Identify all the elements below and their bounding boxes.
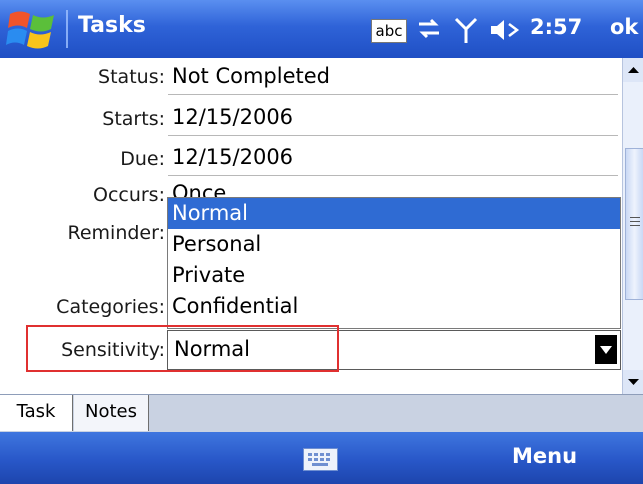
starts-label: Starts:: [102, 108, 165, 130]
sensitivity-dropdown-list[interactable]: Normal Personal Private Confidential: [167, 197, 621, 329]
ok-button[interactable]: ok: [610, 15, 638, 39]
signal-icon[interactable]: [453, 16, 479, 44]
sensitivity-option-personal[interactable]: Personal: [168, 229, 620, 260]
menu-button[interactable]: Menu: [512, 444, 577, 468]
scroll-grip-line: [630, 225, 640, 226]
due-field[interactable]: 12/15/2006: [172, 145, 617, 169]
reminder-label: Reminder:: [67, 222, 166, 244]
tab-notes[interactable]: Notes: [74, 395, 149, 431]
status-field[interactable]: Not Completed: [172, 64, 617, 88]
highlight-box: [26, 325, 339, 372]
starts-field[interactable]: 12/15/2006: [172, 105, 617, 129]
title-separator: [66, 10, 68, 48]
dropdown-arrow-icon[interactable]: [595, 335, 617, 364]
sensitivity-option-normal[interactable]: Normal: [168, 198, 620, 229]
status-underline: [168, 94, 618, 95]
windows-start-icon[interactable]: [6, 6, 58, 52]
keyboard-icon[interactable]: [303, 448, 338, 471]
due-underline: [168, 175, 618, 176]
connectivity-icon[interactable]: [415, 17, 443, 43]
clock[interactable]: 2:57: [530, 15, 582, 39]
input-method-indicator[interactable]: abc: [371, 19, 407, 43]
app-title: Tasks: [78, 13, 146, 38]
scroll-grip-line: [630, 217, 640, 218]
keyboard-keys-icon: [308, 453, 330, 466]
starts-underline: [168, 135, 618, 136]
scroll-up-arrow[interactable]: [623, 58, 643, 82]
sensitivity-option-confidential[interactable]: Confidential: [168, 291, 620, 322]
volume-icon[interactable]: [489, 17, 523, 43]
occurs-label: Occurs:: [92, 184, 165, 206]
scroll-down-icon: [628, 379, 639, 385]
scroll-thumb[interactable]: [625, 148, 643, 300]
title-bar: Tasks abc 2:57 ok: [0, 0, 643, 58]
scroll-down-arrow[interactable]: [623, 370, 643, 394]
scroll-up-icon: [628, 67, 639, 73]
vertical-scrollbar[interactable]: [622, 58, 643, 394]
tab-task[interactable]: Task: [0, 395, 73, 431]
categories-label: Categories:: [56, 296, 165, 318]
due-label: Due:: [120, 148, 165, 170]
occurs-field[interactable]: Once: [172, 181, 617, 197]
sensitivity-option-private[interactable]: Private: [168, 260, 620, 291]
status-label: Status:: [98, 66, 165, 88]
menu-bar: Menu: [0, 432, 643, 484]
tab-strip: Task Notes: [0, 394, 643, 433]
scroll-grip-line: [630, 221, 640, 222]
